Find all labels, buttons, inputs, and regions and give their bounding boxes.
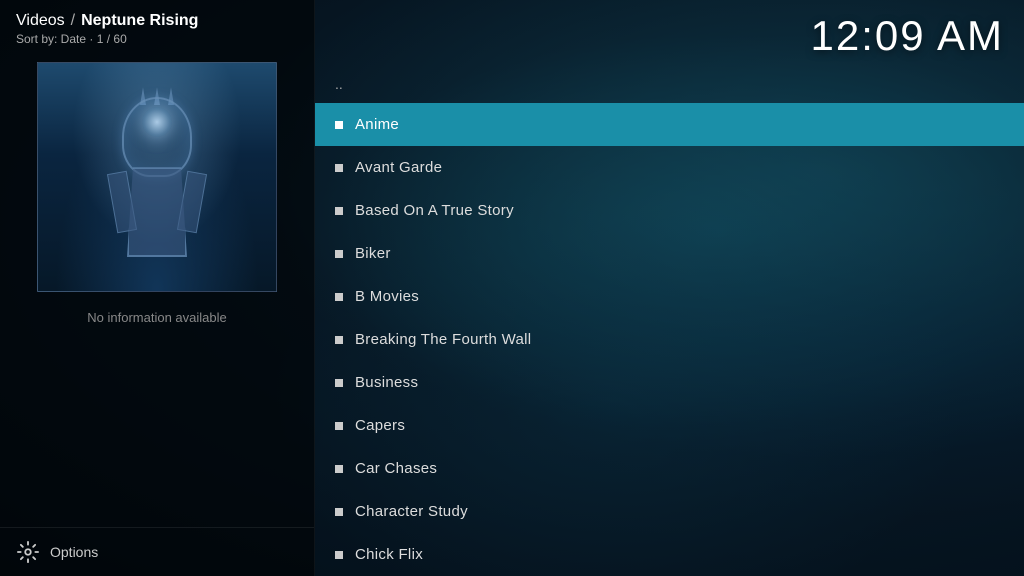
item-bullet-capers (335, 422, 343, 430)
left-panel: Videos / Neptune Rising Sort by: Date · … (0, 0, 315, 576)
item-label-chick-flix: Chick Flix (355, 546, 423, 563)
breadcrumb: Videos / Neptune Rising (16, 12, 298, 30)
dotdot-label: .. (335, 76, 343, 92)
item-label-character-study: Character Study (355, 503, 468, 520)
thumbnail (37, 62, 277, 292)
list-item-chick-flix[interactable]: Chick Flix (315, 533, 1024, 576)
options-bar[interactable]: Options (0, 527, 314, 576)
item-bullet-breaking-the-fourth-wall (335, 336, 343, 344)
list-item-b-movies[interactable]: B Movies (315, 275, 1024, 318)
breadcrumb-parent: Videos (16, 12, 65, 30)
header: Videos / Neptune Rising Sort by: Date · … (0, 0, 314, 52)
item-label-business: Business (355, 374, 418, 391)
char-moon (142, 107, 172, 137)
item-bullet-car-chases (335, 465, 343, 473)
sort-info: Sort by: Date · 1 / 60 (16, 32, 298, 46)
thumbnail-figure (38, 63, 276, 291)
list-item-avant-garde[interactable]: Avant Garde (315, 146, 1024, 189)
character-shape (107, 97, 207, 257)
item-label-breaking-the-fourth-wall: Breaking The Fourth Wall (355, 331, 531, 348)
thumbnail-area (0, 52, 314, 302)
right-panel: 12:09 AM .. Anime Avant Garde Based On A T… (315, 0, 1024, 576)
char-body (127, 167, 187, 257)
no-info-label: No information available (0, 302, 314, 333)
list-item-car-chases[interactable]: Car Chases (315, 447, 1024, 490)
item-bullet-avant-garde (335, 164, 343, 172)
item-label-anime: Anime (355, 116, 399, 133)
list-items-container: Anime Avant Garde Based On A True Story Bik… (315, 103, 1024, 576)
list-container: .. Anime Avant Garde Based On A True Story… (315, 60, 1024, 576)
item-bullet-character-study (335, 508, 343, 516)
item-label-b-movies: B Movies (355, 288, 419, 305)
breadcrumb-separator: / (71, 12, 75, 30)
item-label-based-on-true-story: Based On A True Story (355, 202, 514, 219)
clock: 12:09 AM (811, 12, 1004, 60)
item-label-biker: Biker (355, 245, 391, 262)
item-label-avant-garde: Avant Garde (355, 159, 442, 176)
item-bullet-business (335, 379, 343, 387)
list-item-character-study[interactable]: Character Study (315, 490, 1024, 533)
list-item-capers[interactable]: Capers (315, 404, 1024, 447)
item-label-car-chases: Car Chases (355, 460, 437, 477)
item-bullet-b-movies (335, 293, 343, 301)
item-bullet-biker (335, 250, 343, 258)
options-label: Options (50, 544, 98, 560)
item-bullet-based-on-true-story (335, 207, 343, 215)
char-head (122, 97, 192, 177)
page-info: 1 / 60 (97, 32, 127, 46)
list-item-anime[interactable]: Anime (315, 103, 1024, 146)
options-icon (16, 540, 40, 564)
item-bullet-anime (335, 121, 343, 129)
item-bullet-chick-flix (335, 551, 343, 559)
list-item-business[interactable]: Business (315, 361, 1024, 404)
item-label-capers: Capers (355, 417, 405, 434)
breadcrumb-current: Neptune Rising (81, 12, 198, 30)
list-item-based-on-true-story[interactable]: Based On A True Story (315, 189, 1024, 232)
sort-label: Sort by: Date (16, 32, 86, 46)
list-item-biker[interactable]: Biker (315, 232, 1024, 275)
list-item-breaking-the-fourth-wall[interactable]: Breaking The Fourth Wall (315, 318, 1024, 361)
sort-separator: · (89, 32, 96, 46)
list-item-dotdot[interactable]: .. (315, 60, 1024, 103)
